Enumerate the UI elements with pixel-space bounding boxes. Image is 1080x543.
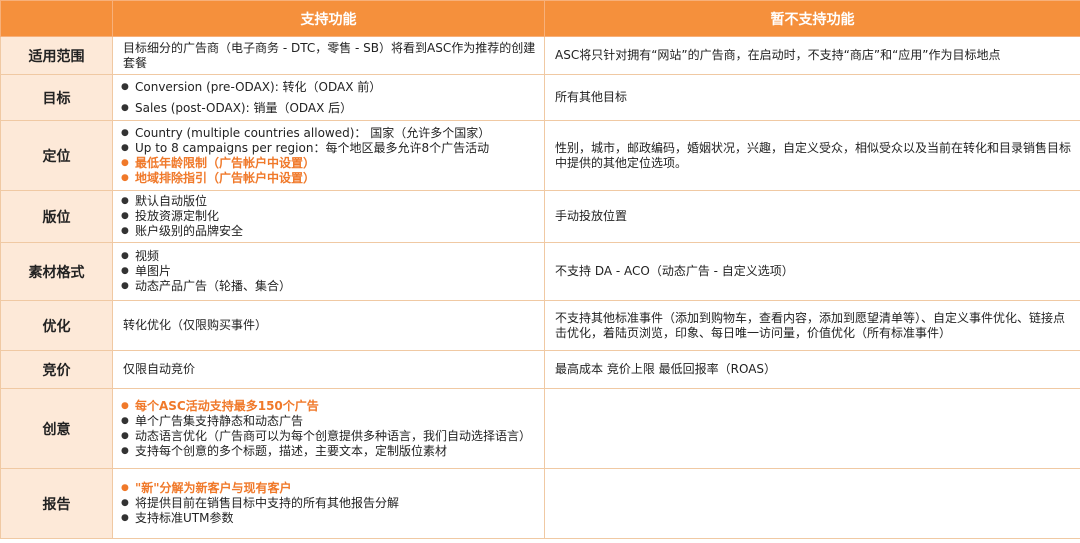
table-row: 竞价 仅限自动竞价 最高成本 竞价上限 最低回报率（ROAS） [0,350,1080,389]
supported-cell: Conversion (pre-ODAX): 转化（ODAX 前） Sales … [112,74,545,121]
supported-list: Country (multiple countries allowed)： 国家… [121,126,536,186]
unsupported-cell: 所有其他目标 [544,74,1080,121]
table-row: 目标 Conversion (pre-ODAX): 转化（ODAX 前） Sal… [0,74,1080,121]
list-item: Country (multiple countries allowed)： 国家… [121,126,536,141]
unsupported-cell [544,388,1080,469]
table-row: 定位 Country (multiple countries allowed)：… [0,120,1080,191]
table-row: 报告 "新"分解为新客户与现有客户 将提供目前在销售目标中支持的所有其他报告分解… [0,468,1080,539]
table-row: 适用范围 目标细分的广告商（电子商务 - DTC，零售 - SB）将看到ASC作… [0,36,1080,75]
list-item: 投放资源定制化 [121,209,536,224]
list-item-highlight: 地域排除指引（广告帐户中设置） [121,171,536,186]
list-item: Conversion (pre-ODAX): 转化（ODAX 前） [121,80,536,95]
list-item: 账户级别的品牌安全 [121,224,536,239]
table-row: 创意 每个ASC活动支持最多150个广告 单个广告集支持静态和动态广告 动态语言… [0,388,1080,469]
row-label: 报告 [0,468,113,539]
supported-cell: "新"分解为新客户与现有客户 将提供目前在销售目标中支持的所有其他报告分解 支持… [112,468,545,539]
unsupported-cell: 手动投放位置 [544,190,1080,243]
supported-cell: 仅限自动竞价 [112,350,545,389]
header-corner [0,0,113,37]
supported-cell: 转化优化（仅限购买事件） [112,300,545,351]
list-item: 支持标准UTM参数 [121,511,536,526]
list-item-highlight: 每个ASC活动支持最多150个广告 [121,399,536,414]
list-item: 将提供目前在销售目标中支持的所有其他报告分解 [121,496,536,511]
row-label: 版位 [0,190,113,243]
supported-list: 每个ASC活动支持最多150个广告 单个广告集支持静态和动态广告 动态语言优化（… [121,399,536,459]
unsupported-cell: 最高成本 竞价上限 最低回报率（ROAS） [544,350,1080,389]
list-item: 动态产品广告（轮播、集合） [121,279,536,294]
list-item-highlight: "新"分解为新客户与现有客户 [121,481,536,496]
list-item: 单图片 [121,264,536,279]
supported-cell: 每个ASC活动支持最多150个广告 单个广告集支持静态和动态广告 动态语言优化（… [112,388,545,469]
row-label: 优化 [0,300,113,351]
supported-cell: 默认自动版位 投放资源定制化 账户级别的品牌安全 [112,190,545,243]
supported-list: 默认自动版位 投放资源定制化 账户级别的品牌安全 [121,194,536,239]
supported-list: Conversion (pre-ODAX): 转化（ODAX 前） Sales … [121,80,536,116]
unsupported-cell: 性别，城市，邮政编码，婚姻状况，兴趣，自定义受众，相似受众以及当前在转化和目录销… [544,120,1080,191]
row-label: 适用范围 [0,36,113,75]
list-item: 动态语言优化（广告商可以为每个创意提供多种语言，我们自动选择语言） [121,429,536,444]
header-supported: 支持功能 [112,0,545,37]
supported-list: "新"分解为新客户与现有客户 将提供目前在销售目标中支持的所有其他报告分解 支持… [121,481,536,526]
list-item: 单个广告集支持静态和动态广告 [121,414,536,429]
list-item: 默认自动版位 [121,194,536,209]
list-item-highlight: 最低年龄限制（广告帐户中设置） [121,156,536,171]
unsupported-cell: 不支持 DA - ACO（动态广告 - 自定义选项） [544,242,1080,301]
list-item: 视频 [121,249,536,264]
row-label: 目标 [0,74,113,121]
supported-cell: 目标细分的广告商（电子商务 - DTC，零售 - SB）将看到ASC作为推荐的创… [112,36,545,75]
list-item: Up to 8 campaigns per region：每个地区最多允许8个广… [121,141,536,156]
table-row: 优化 转化优化（仅限购买事件） 不支持其他标准事件（添加到购物车，查看内容，添加… [0,300,1080,351]
table-row: 素材格式 视频 单图片 动态产品广告（轮播、集合） 不支持 DA - ACO（动… [0,242,1080,301]
unsupported-cell: 不支持其他标准事件（添加到购物车，查看内容，添加到愿望清单等）、自定义事件优化、… [544,300,1080,351]
row-label: 素材格式 [0,242,113,301]
feature-comparison-table: 支持功能 暂不支持功能 适用范围 目标细分的广告商（电子商务 - DTC，零售 … [0,0,1080,539]
row-label: 竞价 [0,350,113,389]
table-row: 版位 默认自动版位 投放资源定制化 账户级别的品牌安全 手动投放位置 [0,190,1080,243]
list-item: Sales (post-ODAX): 销量（ODAX 后） [121,101,536,116]
supported-cell: 视频 单图片 动态产品广告（轮播、集合） [112,242,545,301]
list-item: 支持每个创意的多个标题，描述，主要文本，定制版位素材 [121,444,536,459]
row-label: 创意 [0,388,113,469]
supported-list: 视频 单图片 动态产品广告（轮播、集合） [121,249,536,294]
supported-cell: Country (multiple countries allowed)： 国家… [112,120,545,191]
row-label: 定位 [0,120,113,191]
unsupported-cell [544,468,1080,539]
header-unsupported: 暂不支持功能 [544,0,1080,37]
feature-comparison-table-wrapper: 支持功能 暂不支持功能 适用范围 目标细分的广告商（电子商务 - DTC，零售 … [0,0,1080,543]
unsupported-cell: ASC将只针对拥有“网站”的广告商，在启动时，不支持“商店”和“应用”作为目标地… [544,36,1080,75]
table-header-row: 支持功能 暂不支持功能 [0,0,1080,37]
